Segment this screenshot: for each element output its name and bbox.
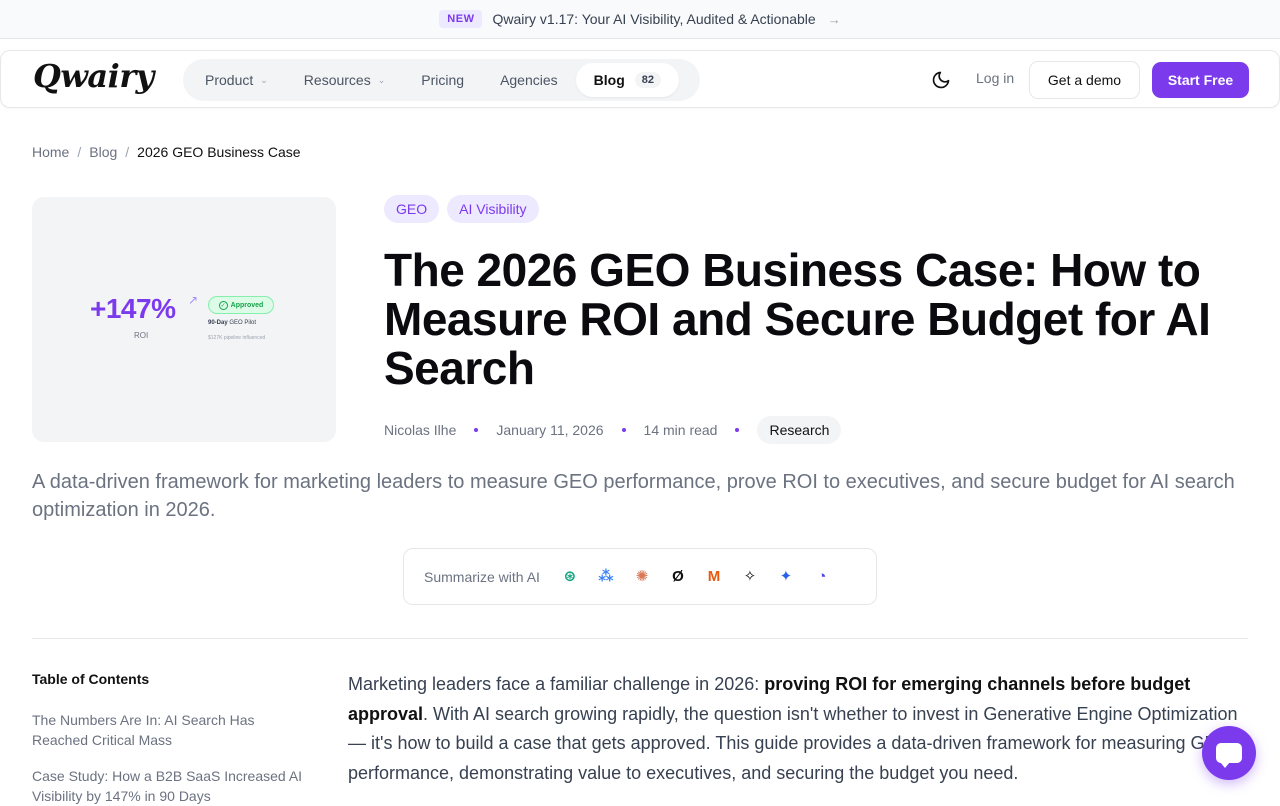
- author[interactable]: Nicolas Ilhe: [384, 422, 456, 438]
- section-divider: [32, 638, 1248, 639]
- main-nav: Product ⌄ Resources ⌄ Pricing Agencies Blo…: [183, 59, 700, 101]
- nav-agencies[interactable]: Agencies: [482, 63, 576, 97]
- arrow-right-icon: →: [827, 11, 841, 27]
- breadcrumb-home[interactable]: Home: [32, 144, 69, 160]
- breadcrumb: Home / Blog / 2026 GEO Business Case: [32, 144, 301, 160]
- breadcrumb-current: 2026 GEO Business Case: [137, 144, 301, 160]
- toc-item[interactable]: The Numbers Are In: AI Search Has Reache…: [32, 710, 312, 750]
- article-lead: A data-driven framework for marketing le…: [32, 471, 1235, 521]
- nav-blog[interactable]: Blog 82: [575, 63, 680, 97]
- gemini-icon[interactable]: ✦: [778, 569, 794, 585]
- hero-image: +147% ↗ ROI ✓ Approved 90-Day GEO Pilot …: [32, 197, 336, 442]
- site-header: Qwairy Product ⌄ Resources ⌄ Pricing Agenc…: [0, 50, 1280, 108]
- trend-up-icon: ↗: [188, 293, 199, 307]
- nav-resources[interactable]: Resources ⌄: [286, 63, 403, 97]
- roi-value: +147%: [90, 293, 176, 324]
- blog-count-badge: 82: [634, 72, 662, 88]
- chevron-down-icon: ⌄: [377, 74, 386, 85]
- summarize-with-ai: Summarize with AI ⊛ ⁂ ✺ Ø M ✧ ✦ ◔: [403, 548, 877, 605]
- breadcrumb-blog[interactable]: Blog: [89, 144, 117, 160]
- article-body: Marketing leaders face a familiar challe…: [348, 674, 1238, 783]
- check-icon: ✓: [218, 300, 228, 310]
- approved-badge: ✓ Approved: [208, 296, 274, 314]
- chat-icon: [1216, 743, 1242, 768]
- tag-ai-visibility[interactable]: AI Visibility: [447, 195, 539, 223]
- dot-separator: [735, 428, 740, 432]
- login-link[interactable]: Log in: [976, 70, 1014, 86]
- read-time: 14 min read: [643, 422, 718, 438]
- toc-item[interactable]: Case Study: How a B2B SaaS Increased AI …: [32, 766, 312, 806]
- publish-date: January 11, 2026: [496, 422, 604, 438]
- chatgpt-icon[interactable]: ⊛: [562, 569, 578, 585]
- mistral-icon[interactable]: M: [706, 569, 722, 585]
- announcement-bar[interactable]: NEW Qwairy v1.17: Your AI Visibility, Au…: [0, 0, 1280, 39]
- nav-product[interactable]: Product ⌄: [187, 63, 286, 97]
- dot-separator: [621, 428, 626, 432]
- start-free-button[interactable]: Start Free: [1152, 62, 1249, 98]
- grok-icon[interactable]: ✧: [742, 569, 758, 585]
- summarize-label: Summarize with AI: [424, 568, 540, 585]
- chat-button[interactable]: [1202, 726, 1256, 780]
- article-title: The 2026 GEO Business Case: How to Measu…: [384, 244, 1211, 394]
- article-tags: GEO AI Visibility: [384, 195, 539, 223]
- breadcrumb-separator: /: [125, 144, 130, 160]
- tag-geo[interactable]: GEO: [384, 195, 440, 223]
- dot-separator: [474, 428, 479, 432]
- pipeline-label: $127K pipeline influenced: [208, 335, 266, 341]
- category-badge[interactable]: Research: [757, 416, 842, 444]
- chevron-down-icon: ⌄: [260, 74, 268, 85]
- announcement-text[interactable]: Qwairy v1.17: Your AI Visibility, Audite…: [492, 11, 815, 27]
- moon-icon[interactable]: [931, 70, 951, 90]
- roi-label: ROI: [134, 331, 149, 340]
- article-meta: Nicolas Ilhe January 11, 2026 14 min rea…: [384, 416, 842, 444]
- deepseek-icon[interactable]: ◔: [814, 569, 830, 585]
- nav-pricing[interactable]: Pricing: [403, 63, 482, 97]
- perplexity-icon[interactable]: Ø: [670, 569, 686, 585]
- pilot-label: 90-Day GEO Pilot: [208, 320, 257, 326]
- new-badge: NEW: [439, 10, 483, 28]
- claude-icon[interactable]: ⁂: [598, 569, 614, 585]
- toc-title: Table of Contents: [32, 671, 150, 687]
- anthropic-icon[interactable]: ✺: [634, 569, 650, 585]
- breadcrumb-separator: /: [77, 144, 82, 160]
- get-demo-button[interactable]: Get a demo: [1029, 61, 1140, 99]
- logo[interactable]: Qwairy: [33, 57, 154, 95]
